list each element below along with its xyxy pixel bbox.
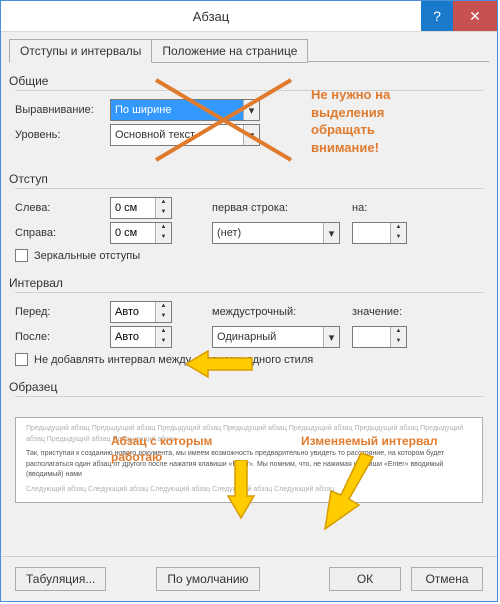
combo-level[interactable]: Основной текст ▾	[110, 124, 260, 146]
button-ok[interactable]: ОК	[329, 567, 401, 591]
label-after: После:	[15, 331, 110, 343]
chevron-down-icon: ▾	[243, 125, 259, 145]
button-tabs[interactable]: Табуляция...	[15, 567, 106, 591]
window-title: Абзац	[1, 9, 421, 24]
check-mirror[interactable]: Зеркальные отступы	[15, 249, 483, 262]
checkbox-icon	[15, 353, 28, 366]
combo-line[interactable]: Одинарный ▾	[212, 326, 340, 348]
button-bar: Табуляция... По умолчанию ОК Отмена	[1, 556, 497, 601]
label-alignment: Выравнивание:	[15, 104, 110, 116]
titlebar: Абзац ? ✕	[1, 1, 497, 32]
spin-by[interactable]: ▲▼	[352, 222, 407, 244]
paragraph-dialog: Абзац ? ✕ Отступы и интервалы Положение …	[0, 0, 498, 602]
chevron-down-icon: ▾	[323, 327, 339, 347]
tab-position[interactable]: Положение на странице	[151, 39, 308, 63]
label-value: значение:	[352, 306, 402, 318]
chevron-down-icon: ▾	[243, 100, 259, 120]
help-button[interactable]: ?	[421, 1, 453, 31]
label-left: Слева:	[15, 202, 110, 214]
label-right: Справа:	[15, 227, 110, 239]
spin-value[interactable]: ▲▼	[352, 326, 407, 348]
group-preview: Образец	[9, 380, 483, 394]
group-general: Общие	[9, 74, 483, 88]
label-line: междустрочный:	[212, 306, 322, 318]
spin-before[interactable]: Авто ▲▼	[110, 301, 172, 323]
button-cancel[interactable]: Отмена	[411, 567, 483, 591]
label-by: на:	[352, 202, 367, 214]
button-default[interactable]: По умолчанию	[156, 567, 259, 591]
panel: Общие Выравнивание: По ширине ▾ Уровень:…	[1, 62, 497, 511]
chevron-down-icon: ▾	[323, 223, 339, 243]
combo-firstline[interactable]: (нет) ▾	[212, 222, 340, 244]
spin-left[interactable]: 0 см ▲▼	[110, 197, 172, 219]
label-firstline: первая строка:	[212, 202, 322, 214]
label-before: Перед:	[15, 306, 110, 318]
checkbox-icon	[15, 249, 28, 262]
group-indent: Отступ	[9, 172, 483, 186]
close-button[interactable]: ✕	[453, 1, 497, 31]
group-spacing: Интервал	[9, 276, 483, 290]
preview-box: Предыдущий абзац Предыдущий абзац Предыд…	[15, 417, 483, 503]
spin-right[interactable]: 0 см ▲▼	[110, 222, 172, 244]
combo-alignment[interactable]: По ширине ▾	[110, 99, 260, 121]
check-noadd[interactable]: Не добавлять интервал между абзацами одн…	[15, 353, 483, 366]
tab-indents[interactable]: Отступы и интервалы	[9, 39, 152, 63]
tab-strip: Отступы и интервалы Положение на страниц…	[1, 32, 497, 62]
label-level: Уровень:	[15, 129, 110, 141]
spin-after[interactable]: Авто ▲▼	[110, 326, 172, 348]
